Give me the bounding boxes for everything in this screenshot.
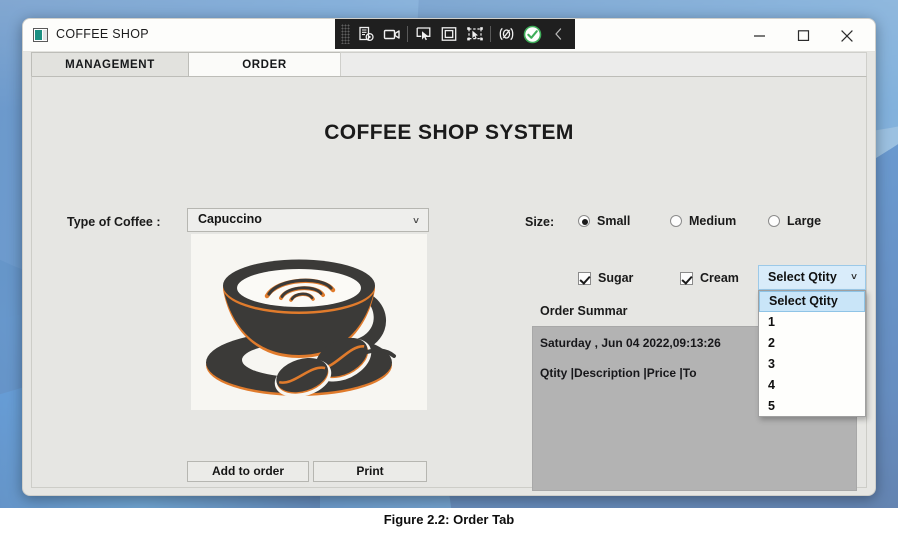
radio-label-small: Small (597, 214, 631, 228)
radio-size-medium[interactable]: Medium (670, 214, 736, 228)
tab-management[interactable]: MANAGEMENT (31, 52, 189, 76)
radio-indicator-large (768, 215, 780, 227)
tab-content-order: COFFEE SHOP SYSTEM Type of Coffee : Capu… (31, 76, 867, 491)
quantity-select[interactable]: Select Qtity ˅ (758, 265, 866, 290)
order-summary-label: Order Summar (540, 304, 628, 318)
confirm-check-icon[interactable] (519, 21, 545, 47)
window-controls (737, 19, 869, 52)
order-summary-timestamp: Saturday , Jun 04 2022,09:13:26 (540, 336, 721, 350)
coffee-cup-svg (191, 234, 427, 410)
checkbox-cream[interactable]: Cream (680, 271, 739, 285)
type-of-coffee-label: Type of Coffee : (67, 215, 161, 229)
close-icon[interactable] (825, 19, 869, 52)
capture-settings-icon[interactable] (353, 21, 379, 47)
maximize-icon[interactable] (781, 19, 825, 52)
coffee-type-select[interactable]: Capuccino ˅ (187, 208, 429, 232)
record-video-icon[interactable] (379, 21, 405, 47)
tab-strip-filler (340, 52, 867, 76)
quantity-option-2[interactable]: 2 (759, 333, 865, 354)
figure-caption: Figure 2.2: Order Tab (383, 512, 515, 527)
order-summary-column-header: Qtity |Description |Price |To (540, 366, 697, 380)
chevron-down-icon: ˅ (851, 272, 857, 283)
chevron-down-icon: ˅ (413, 216, 419, 227)
title-bar: COFFEE SHOP (23, 19, 875, 52)
print-button[interactable]: Print (313, 461, 427, 482)
quantity-select-value: Select Qtity (768, 270, 837, 284)
checkmark-icon-sugar (578, 271, 591, 285)
collapse-chevron-icon[interactable] (545, 21, 571, 47)
annotate-icon[interactable] (493, 21, 519, 47)
quantity-option-5[interactable]: 5 (759, 396, 865, 417)
application-window: COFFEE SHOP MANAGEMENT ORDER COFFEE SHOP… (22, 18, 876, 496)
checkmark-icon-cream (680, 271, 693, 285)
tab-strip: MANAGEMENT ORDER (23, 52, 875, 76)
capture-scroll-icon[interactable] (462, 21, 488, 47)
minimize-icon[interactable] (737, 19, 781, 52)
radio-label-large: Large (787, 214, 822, 228)
checkbox-label-cream: Cream (700, 271, 739, 285)
radio-indicator-medium (670, 215, 682, 227)
screen-recorder-toolbar[interactable] (335, 19, 575, 49)
coffee-type-value: Capuccino (198, 212, 262, 226)
quantity-option-placeholder[interactable]: Select Qtity (759, 291, 865, 312)
window-title: COFFEE SHOP (56, 27, 149, 41)
app-window-icon (33, 28, 48, 42)
radio-size-small[interactable]: Small (578, 214, 630, 228)
page-title: COFFEE SHOP SYSTEM (324, 121, 574, 144)
toolbar-separator (490, 26, 491, 42)
checkbox-label-sugar: Sugar (598, 271, 634, 285)
quantity-option-3[interactable]: 3 (759, 354, 865, 375)
radio-indicator-small (578, 215, 590, 227)
checkbox-sugar[interactable]: Sugar (578, 271, 633, 285)
toolbar-separator (407, 26, 408, 42)
quantity-option-1[interactable]: 1 (759, 312, 865, 333)
radio-size-large[interactable]: Large (768, 214, 821, 228)
coffee-cup-illustration (191, 234, 427, 410)
quantity-dropdown-list[interactable]: Select Qtity 1 2 3 4 5 (758, 290, 866, 417)
tab-order[interactable]: ORDER (188, 52, 341, 76)
toolbar-drag-handle[interactable] (341, 24, 350, 44)
size-label: Size: (525, 215, 555, 229)
radio-label-medium: Medium (689, 214, 737, 228)
capture-region-icon[interactable] (436, 21, 462, 47)
quantity-option-4[interactable]: 4 (759, 375, 865, 396)
select-cursor-icon[interactable] (410, 21, 436, 47)
add-to-order-button[interactable]: Add to order (187, 461, 309, 482)
